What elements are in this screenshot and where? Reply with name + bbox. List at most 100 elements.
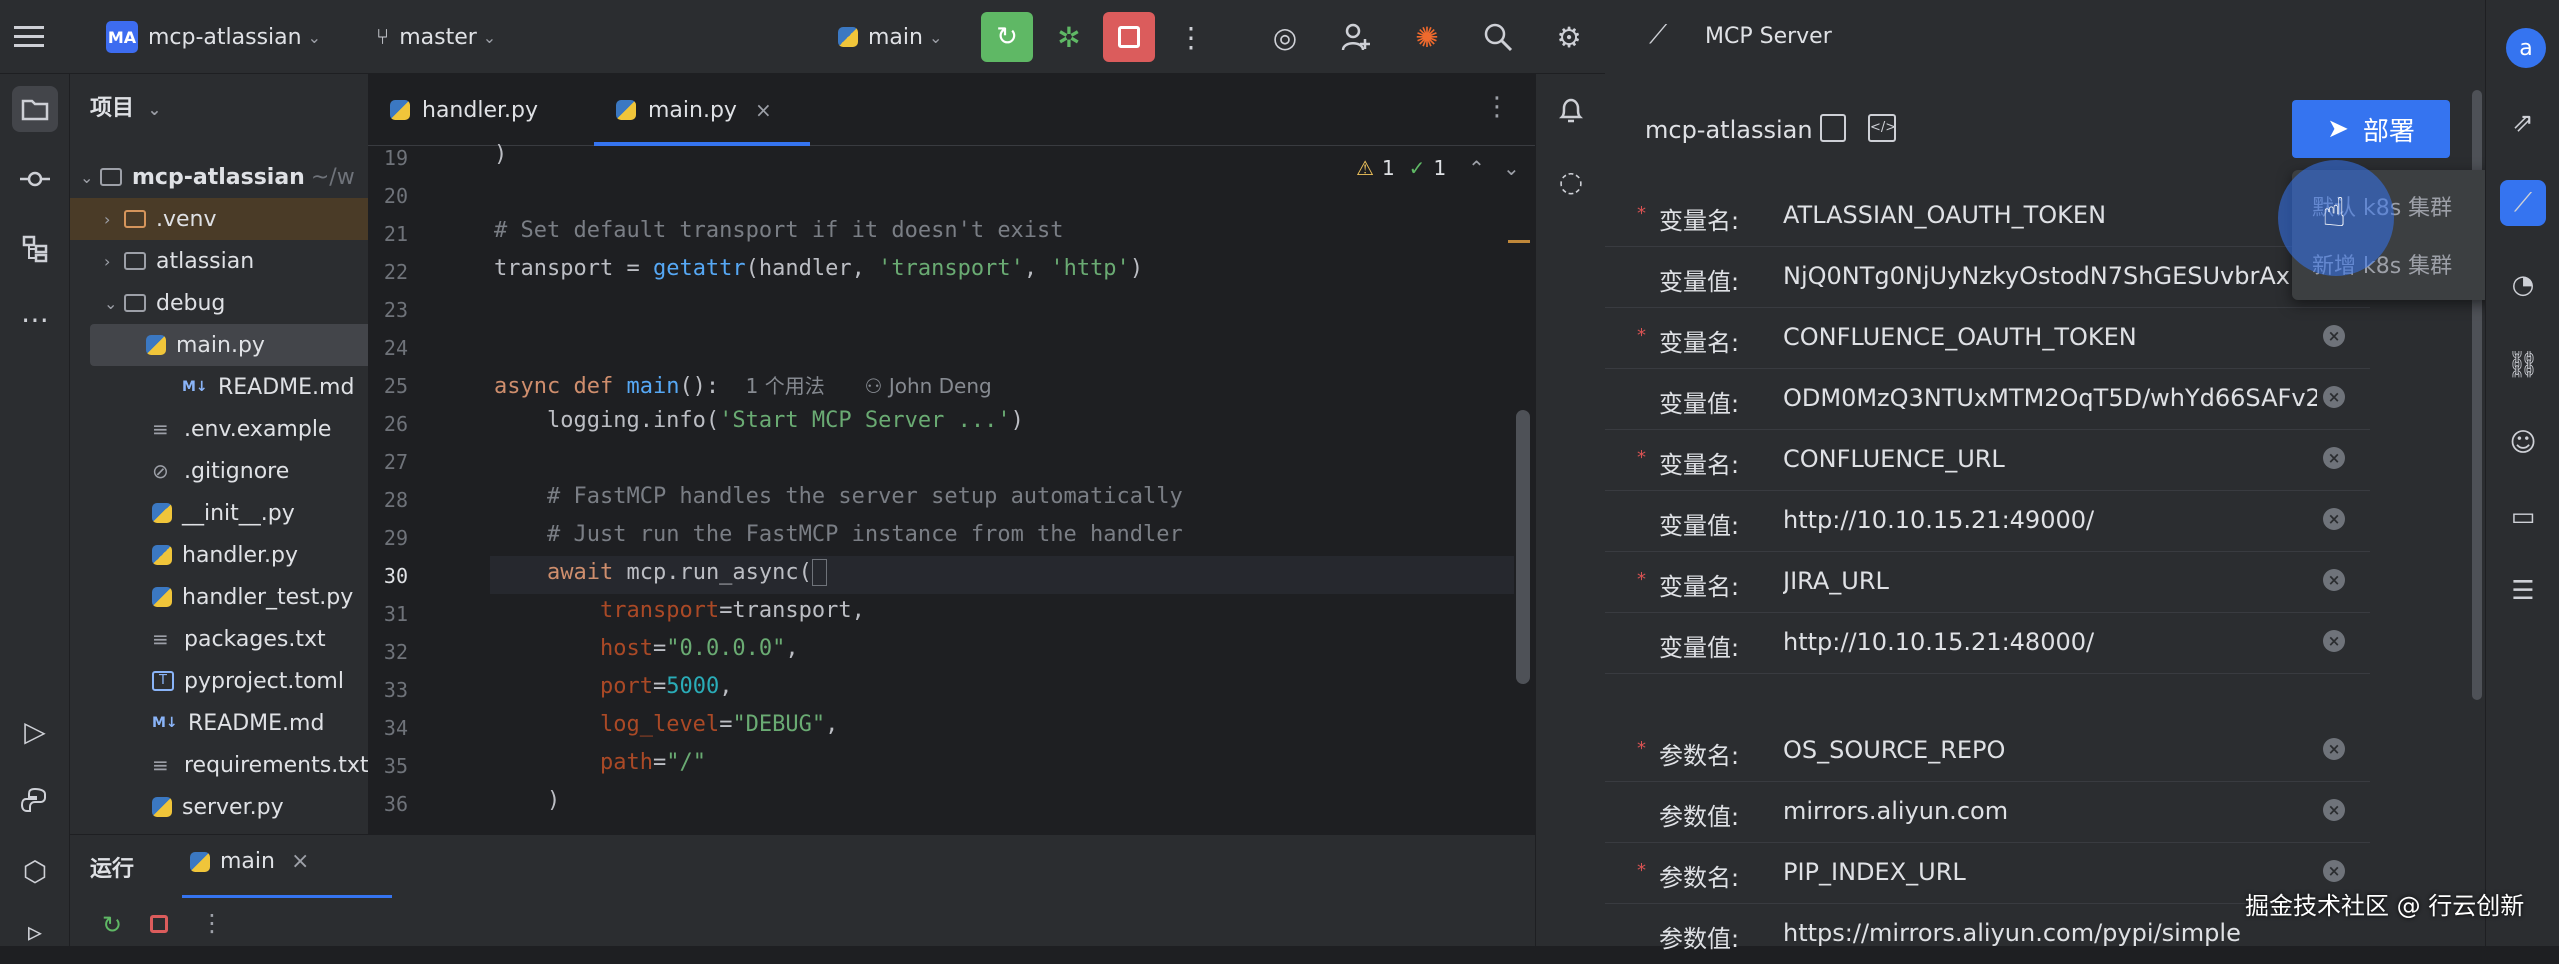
stop-icon[interactable]: [150, 915, 168, 933]
deploy-button[interactable]: ➤ 部署: [2292, 100, 2450, 158]
env-var-name-field[interactable]: CONFLUENCE_URL: [1783, 445, 2317, 473]
ai-assistant-icon[interactable]: ◎: [1266, 18, 1304, 56]
user-avatar[interactable]: a: [2506, 28, 2546, 68]
tree-item-root[interactable]: ⌄ mcp-atlassian ~/w: [70, 156, 368, 198]
editor-scrollbar[interactable]: [1516, 410, 1530, 684]
folder-icon: [124, 210, 146, 228]
plugin-sun-icon[interactable]: ✺: [1408, 18, 1446, 56]
run-config-selector[interactable]: main ⌄: [838, 0, 942, 74]
tabs-more-icon[interactable]: ⋮: [1484, 92, 1510, 122]
param-name-field[interactable]: PIP_INDEX_URL: [1783, 858, 2317, 886]
share-icon[interactable]: ⇗: [2500, 100, 2546, 146]
chevron-down-icon[interactable]: ⌄: [1503, 156, 1520, 180]
dashboard-gauge-icon[interactable]: ◔: [2500, 262, 2546, 308]
tree-item-handler-test[interactable]: handler_test.py: [70, 576, 368, 618]
clear-field-icon[interactable]: ×: [2323, 799, 2345, 821]
param-name-field[interactable]: OS_SOURCE_REPO: [1783, 736, 2317, 764]
env-var-name-field[interactable]: CONFLUENCE_OAUTH_TOKEN: [1783, 323, 2317, 351]
tab-main-py[interactable]: main.py ×: [616, 74, 772, 146]
tree-item-debug-readme[interactable]: M↓ README.md: [70, 366, 368, 408]
more-options-icon[interactable]: ⋮: [200, 909, 224, 937]
param-label: 参数值:: [1659, 803, 1740, 831]
tree-item-pyproject[interactable]: T pyproject.toml: [70, 660, 368, 702]
link-icon[interactable]: ⛓: [2500, 342, 2546, 388]
inspection-widget[interactable]: ⚠ 1 ✓ 1 ⌃ ⌄: [1356, 156, 1520, 180]
tree-item-gitignore[interactable]: ⊘ .gitignore: [70, 450, 368, 492]
env-var-name-field[interactable]: ATLASSIAN_OAUTH_TOKEN: [1783, 201, 2317, 229]
clear-field-icon[interactable]: ×: [2323, 860, 2345, 882]
tree-item-server[interactable]: server.py: [70, 786, 368, 828]
author-hint[interactable]: John Deng: [889, 374, 992, 398]
tree-item-debug[interactable]: ⌄ debug: [70, 282, 368, 324]
settings-gear-icon[interactable]: ⚙: [1550, 18, 1588, 56]
tree-item-handler[interactable]: handler.py: [70, 534, 368, 576]
tree-item-init[interactable]: __init__.py: [70, 492, 368, 534]
robot-icon[interactable]: ☺: [2500, 420, 2546, 466]
run-tab-main[interactable]: main ×: [190, 849, 309, 874]
project-selector[interactable]: MA mcp-atlassian ⌄: [106, 0, 321, 74]
project-panel-header[interactable]: 项目 ⌄: [90, 90, 161, 122]
python-console-icon[interactable]: [12, 778, 58, 824]
ai-chat-icon[interactable]: ◌: [1548, 158, 1594, 204]
env-var-value-field[interactable]: NjQ0NTg0NjUyNzkyOstodN7ShGESUvbrAx1: [1783, 262, 2317, 290]
tree-item-env-example[interactable]: ≡ .env.example: [70, 408, 368, 450]
tree-item-requirements[interactable]: ≡ requirements.txt: [70, 744, 368, 786]
tree-item-readme[interactable]: M↓ README.md: [70, 702, 368, 744]
env-var-value-field[interactable]: http://10.10.15.21:48000/: [1783, 628, 2317, 656]
clear-field-icon[interactable]: ×: [2323, 569, 2345, 591]
usages-hint[interactable]: 1 个用法: [746, 374, 825, 398]
close-tab-icon[interactable]: ×: [291, 849, 309, 874]
clear-field-icon[interactable]: ×: [2323, 738, 2345, 760]
python-file-icon: [390, 100, 410, 120]
code-view-icon[interactable]: </>: [1868, 114, 1896, 142]
notifications-bell-icon[interactable]: [1548, 88, 1594, 134]
commit-icon[interactable]: [12, 156, 58, 202]
rerun-icon[interactable]: ↻: [102, 911, 122, 939]
clear-field-icon[interactable]: ×: [2323, 386, 2345, 408]
search-icon[interactable]: [1479, 18, 1517, 56]
code-line-30: await mcp.run_async(: [494, 559, 828, 586]
stop-button[interactable]: [1103, 12, 1155, 62]
tab-handler-py[interactable]: handler.py: [390, 74, 538, 146]
rerun-button[interactable]: ↻: [981, 12, 1033, 62]
run-panel-title: 运行: [90, 857, 135, 882]
add-user-icon[interactable]: [1337, 18, 1375, 56]
param-value-field[interactable]: https://mirrors.aliyun.com/pypi/simple: [1783, 919, 2317, 947]
active-tab-indicator: [594, 142, 810, 146]
more-options-icon[interactable]: ⋮: [1172, 18, 1210, 56]
main-menu-icon[interactable]: [14, 0, 44, 74]
mcp-server-tool-icon[interactable]: ⟋: [2500, 180, 2546, 226]
param-value-field[interactable]: mirrors.aliyun.com: [1783, 797, 2317, 825]
list-details-icon[interactable]: ☰: [2500, 568, 2546, 614]
clear-field-icon[interactable]: ×: [2323, 630, 2345, 652]
debug-icon[interactable]: ✲: [1050, 18, 1088, 56]
project-folder-icon[interactable]: [12, 86, 58, 132]
left-tool-stripe: ⋯ ▷ ⬡ ▹: [0, 74, 70, 948]
env-var-value-field[interactable]: ODM0MzQ3NTUxMTM2OqT5D/whYd66SAFv2: [1783, 384, 2317, 412]
tree-item-debug-main[interactable]: main.py: [90, 324, 368, 366]
services-icon[interactable]: ⬡: [12, 848, 58, 894]
env-var-label: 变量名:: [1659, 207, 1740, 235]
folder-icon[interactable]: ▭: [2500, 494, 2546, 540]
chevron-up-icon[interactable]: ⌃: [1468, 156, 1485, 180]
clear-field-icon[interactable]: ×: [2323, 447, 2345, 469]
structure-icon[interactable]: [12, 226, 58, 272]
run-icon[interactable]: ▷: [12, 708, 58, 754]
branch-selector[interactable]: ⑂ master ⌄: [376, 0, 496, 74]
clear-field-icon[interactable]: ×: [2323, 325, 2345, 347]
more-tools-icon[interactable]: ⋯: [12, 296, 58, 342]
tree-item-label: README.md: [188, 710, 325, 736]
mcp-panel-header: ⟋ MCP Server: [1605, 0, 2485, 74]
line-number: 20: [383, 184, 408, 208]
tree-item-venv[interactable]: › .venv: [70, 198, 368, 240]
env-var-row: 变量值: ODM0MzQ3NTUxMTM2OqT5D/whYd66SAFv2 ×: [1605, 368, 2370, 430]
tree-item-atlassian[interactable]: › atlassian: [70, 240, 368, 282]
env-var-value-field[interactable]: http://10.10.15.21:49000/: [1783, 506, 2317, 534]
clear-field-icon[interactable]: ×: [2323, 508, 2345, 530]
tree-item-packages[interactable]: ≡ packages.txt: [70, 618, 368, 660]
close-tab-icon[interactable]: ×: [755, 98, 772, 122]
error-stripe-marker[interactable]: [1508, 240, 1530, 243]
env-var-name-field[interactable]: JIRA_URL: [1783, 567, 2317, 595]
copy-config-icon[interactable]: [1820, 114, 1846, 142]
terminal-icon[interactable]: ▹: [12, 908, 58, 954]
